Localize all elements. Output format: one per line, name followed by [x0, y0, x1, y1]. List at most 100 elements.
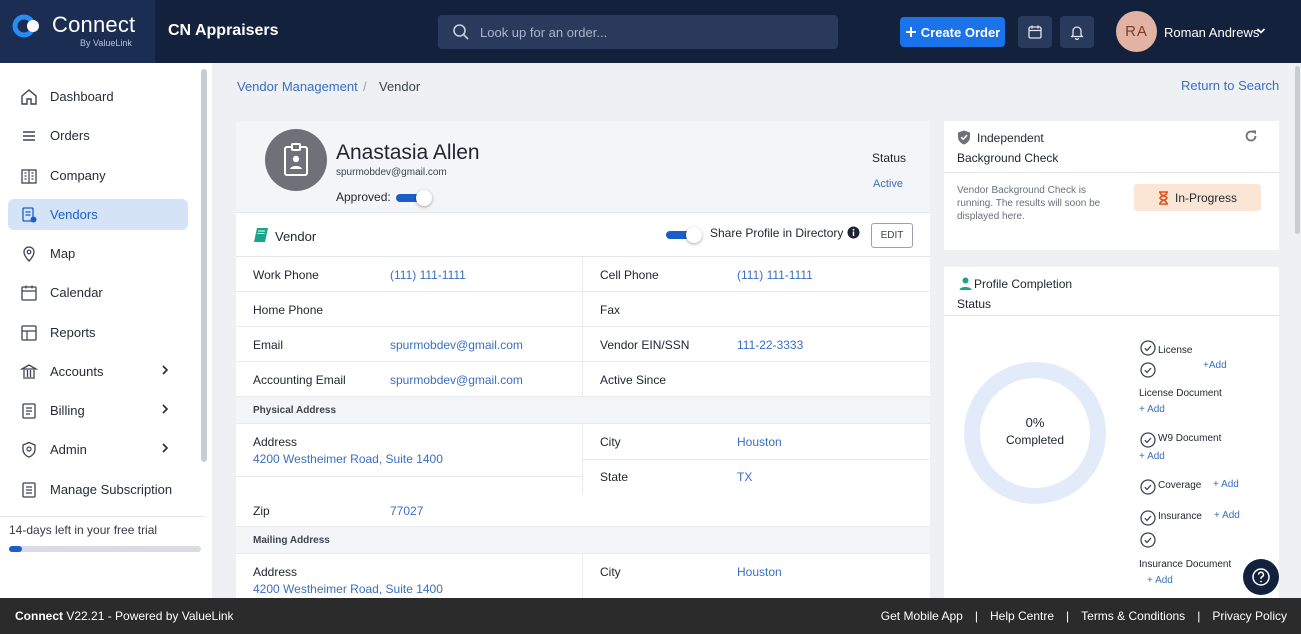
- sidebar-item-label: Manage Subscription: [50, 482, 173, 497]
- bank-icon: [20, 364, 38, 379]
- order-search[interactable]: [438, 15, 838, 49]
- shield-check-icon: [958, 130, 970, 145]
- sidebar-item-vendors[interactable]: Vendors: [8, 199, 188, 230]
- user-name[interactable]: Roman Andrews: [1164, 25, 1259, 40]
- map-pin-icon: [23, 246, 35, 262]
- sidebar-item-reports[interactable]: Reports: [8, 317, 188, 348]
- return-to-search-link[interactable]: Return to Search: [1181, 78, 1279, 93]
- search-input[interactable]: [480, 23, 820, 41]
- brand-name: Connect: [52, 12, 136, 37]
- background-check-card: Independent Background Check Vendor Back…: [944, 121, 1279, 250]
- mailing-address-value: 4200 Westheimer Road, Suite 1400: [253, 582, 443, 596]
- refresh-icon[interactable]: [1244, 129, 1258, 143]
- create-order-button[interactable]: Create Order: [900, 17, 1005, 47]
- toggle-knob: [686, 227, 702, 243]
- user-avatar[interactable]: RA: [1116, 11, 1157, 52]
- field-row: Home Phone Fax: [236, 292, 930, 327]
- toggle-knob: [416, 190, 432, 206]
- ein-value: 111-22-3333: [737, 338, 804, 352]
- check-circle-icon: [1140, 362, 1156, 378]
- sidebar-item-company[interactable]: Company: [8, 160, 188, 191]
- vendor-section-bar: Vendor Share Profile in Directory EDIT: [236, 213, 930, 257]
- top-bar: Connect By ValueLink CN Appraisers Creat…: [0, 0, 1301, 63]
- footer-link-help-centre[interactable]: Help Centre: [990, 609, 1054, 623]
- completion-item-label: License Document: [1139, 388, 1222, 399]
- share-profile-label: Share Profile in Directory: [710, 226, 844, 240]
- add-license-link[interactable]: +Add: [1203, 360, 1227, 371]
- sidebar-item-calendar[interactable]: Calendar: [8, 277, 188, 308]
- completion-item-label: License: [1158, 345, 1193, 356]
- sidebar-item-billing[interactable]: Billing: [8, 395, 188, 426]
- check-circle-icon: [1140, 479, 1156, 495]
- vendor-icon: [22, 207, 37, 223]
- cell-phone-label: Cell Phone: [600, 268, 659, 282]
- cell-phone-value[interactable]: (111) 111-1111: [737, 268, 813, 282]
- accounting-email-value[interactable]: spurmobdev@gmail.com: [390, 373, 523, 387]
- sidebar-item-admin[interactable]: Admin: [8, 434, 188, 465]
- sidebar-item-orders[interactable]: Orders: [8, 120, 188, 151]
- calendar-button[interactable]: [1018, 16, 1052, 48]
- trial-text: 14-days left in your free trial: [9, 523, 158, 537]
- info-icon[interactable]: [847, 226, 860, 239]
- add-coverage-link[interactable]: + Add: [1213, 479, 1239, 490]
- sidebar-item-label: Calendar: [50, 285, 103, 300]
- check-circle-icon: [1140, 340, 1156, 356]
- chevron-right-icon[interactable]: [160, 364, 170, 376]
- chevron-right-icon[interactable]: [160, 403, 170, 415]
- share-profile-toggle[interactable]: [666, 227, 702, 243]
- email-value[interactable]: spurmobdev@gmail.com: [390, 338, 523, 352]
- page-scrollbar[interactable]: [1295, 66, 1300, 234]
- approved-toggle[interactable]: [396, 190, 432, 206]
- footer-brand: Connect V22.21 - Powered by ValueLink: [15, 609, 234, 623]
- email-label: Email: [253, 338, 284, 352]
- sidebar-scrollbar[interactable]: [201, 69, 207, 462]
- footer-links: Get Mobile App | Help Centre | Terms & Condi…: [881, 609, 1287, 623]
- id-badge-icon: [284, 143, 308, 176]
- completion-item-label: W9 Document: [1158, 433, 1222, 444]
- home-icon: [21, 89, 37, 105]
- sidebar-item-dashboard[interactable]: Dashboard: [8, 81, 188, 112]
- sidebar-item-manage-subscription[interactable]: Manage Subscription: [8, 474, 188, 505]
- profile-completion-subtitle: Status: [957, 297, 992, 311]
- edit-button[interactable]: EDIT: [871, 223, 913, 248]
- plus-icon: [905, 27, 916, 37]
- calendar-icon: [21, 285, 37, 301]
- vendor-name: Anastasia Allen: [336, 141, 480, 164]
- sidebar-item-map[interactable]: Map: [8, 238, 188, 269]
- add-insurance-document-link[interactable]: + Add: [1147, 575, 1173, 586]
- sidebar-item-label: Billing: [50, 403, 85, 418]
- status-value: Active: [873, 178, 903, 190]
- brand-logo[interactable]: Connect By ValueLink: [0, 0, 155, 63]
- sidebar-item-accounts[interactable]: Accounts: [8, 356, 188, 387]
- footer: Connect V22.21 - Powered by ValueLink Ge…: [0, 598, 1301, 634]
- help-icon: [1252, 568, 1270, 586]
- notifications-button[interactable]: [1060, 16, 1094, 48]
- add-insurance-link[interactable]: + Add: [1214, 510, 1240, 521]
- subscription-icon: [22, 482, 36, 498]
- sidebar-item-label: Vendors: [50, 207, 98, 222]
- footer-link-get-mobile-app[interactable]: Get Mobile App: [881, 609, 963, 623]
- footer-link-privacy-policy[interactable]: Privacy Policy: [1212, 609, 1287, 623]
- add-w9-document-link[interactable]: + Add: [1139, 451, 1165, 462]
- breadcrumb-vendor-management[interactable]: Vendor Management: [237, 79, 358, 94]
- mailing-city-value: Houston: [737, 565, 782, 579]
- sidebar: Dashboard Orders Company Vendors Map Calendar…: [0, 63, 212, 598]
- mailing-address-title: Mailing Address: [253, 535, 330, 546]
- profile-completion-title: Profile Completion: [974, 277, 1073, 291]
- create-order-label: Create Order: [920, 24, 1001, 40]
- chevron-down-icon[interactable]: [1256, 27, 1266, 35]
- help-button[interactable]: [1243, 559, 1279, 595]
- divider: [0, 516, 204, 517]
- ein-label: Vendor EIN/SSN: [600, 338, 690, 352]
- person-icon: [959, 277, 972, 290]
- work-phone-value[interactable]: (111) 111-1111: [390, 268, 466, 282]
- add-license-document-link[interactable]: + Add: [1139, 404, 1165, 415]
- physical-state-label: State: [600, 470, 629, 484]
- physical-city-value: Houston: [737, 435, 782, 449]
- completion-item-label: Coverage: [1158, 480, 1202, 491]
- chevron-right-icon[interactable]: [160, 442, 170, 454]
- field-row: Email spurmobdev@gmail.com Vendor EIN/SS…: [236, 327, 930, 362]
- home-phone-label: Home Phone: [253, 303, 324, 317]
- footer-link-terms-conditions[interactable]: Terms & Conditions: [1081, 609, 1185, 623]
- in-progress-label: In-Progress: [1174, 190, 1238, 205]
